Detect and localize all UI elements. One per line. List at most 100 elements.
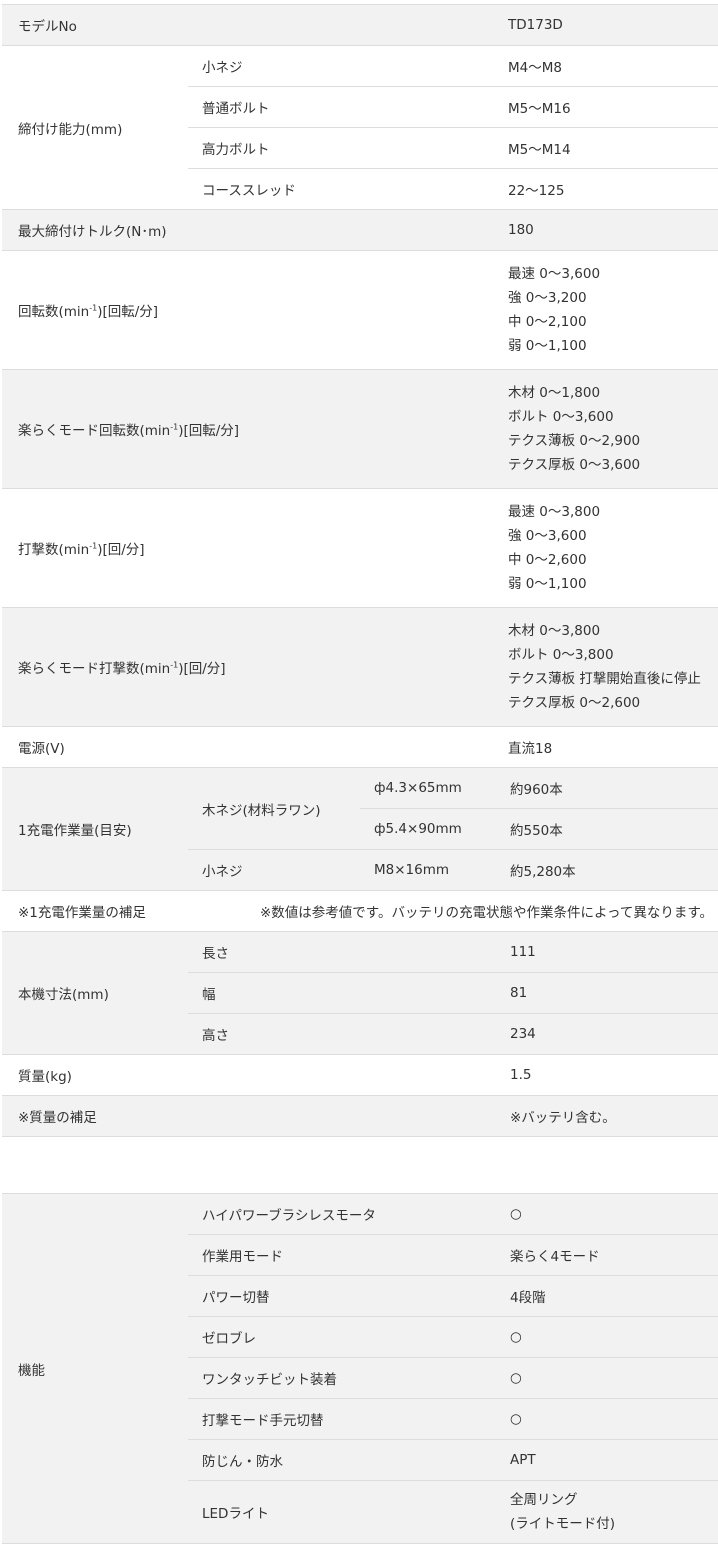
row-easy-rpm: 楽らくモード回転数(min-1)[回転/分] 木材 0～1,800 ボルト 0～… <box>2 369 718 489</box>
easy-rpm-label-post: )[回転/分] <box>178 423 240 439</box>
fastening-name: 高力ボルト <box>188 127 500 169</box>
feature-value: ○ <box>500 1193 718 1235</box>
feature-name: LEDライト <box>188 1480 500 1544</box>
fastening-name: 小ネジ <box>188 45 500 87</box>
rpm-value: 強 0～3,200 <box>508 289 587 306</box>
ipm-value: 中 0～2,600 <box>508 552 587 568</box>
easy-ipm-label-pre: 楽らくモード打撃数(min <box>18 661 171 677</box>
row-max-torque: 最大締付けトルク(N･m) 180 <box>2 209 718 251</box>
dims-value: 81 <box>500 972 718 1014</box>
mass-note-text: ※バッテリ含む。 <box>500 1095 718 1137</box>
feature-name: 作業用モード <box>188 1234 500 1276</box>
dims-name: 高さ <box>188 1013 500 1055</box>
row-model: モデルNo TD173D <box>2 4 718 46</box>
easy-ipm-value: ボルト 0～3,800 <box>508 646 614 663</box>
ipm-label-pre: 打撃数(min <box>18 542 90 558</box>
power-label: 電源(V) <box>2 726 500 768</box>
easy-ipm-label-post: )[回/分] <box>178 661 226 677</box>
feature-name: ゼロブレ <box>188 1316 500 1358</box>
feature-led-value: (ライトモード付) <box>510 1516 616 1532</box>
feature-value: ○ <box>500 1316 718 1358</box>
ipm-label-post: )[回/分] <box>97 542 145 558</box>
feature-name: ワンタッチビット装着 <box>188 1357 500 1399</box>
easy-ipm-value: テクス厚板 0～2,600 <box>508 695 641 712</box>
work-machine-value: 約5,280本 <box>500 849 718 891</box>
easy-ipm-label: 楽らくモード打撃数(min-1)[回/分] <box>2 607 500 727</box>
rpm-value: 弱 0～1,100 <box>508 338 587 355</box>
work-size: ф4.3×65mm <box>360 767 500 809</box>
easy-rpm-value: 木材 0～1,800 <box>508 384 601 401</box>
row-dims: 本機寸法(mm) 長さ 111 <box>2 931 718 1055</box>
feature-value: ○ <box>500 1357 718 1399</box>
ipm-values: 最速 0～3,800 強 0～3,600 中 0～2,600 弱 0～1,100 <box>500 488 718 608</box>
work-note-label: ※1充電作業量の補足 <box>18 905 146 921</box>
fastening-name: コーススレッド <box>188 168 500 210</box>
feature-name: 打撃モード手元切替 <box>188 1398 500 1440</box>
model-label: モデルNo <box>2 4 500 46</box>
features-label: 機能 <box>2 1193 188 1544</box>
feature-led-value: 全周リング <box>510 1491 578 1508</box>
fastening-label: 締付け能力(mm) <box>2 45 188 210</box>
easy-rpm-value: テクス厚板 0～3,600 <box>508 457 641 474</box>
easy-rpm-value: ボルト 0～3,600 <box>508 408 614 425</box>
feature-value: ○ <box>500 1398 718 1440</box>
power-value: 直流18 <box>500 726 718 768</box>
rpm-label: 回転数(min-1)[回転/分] <box>2 250 500 370</box>
mass-label: 質量(kg) <box>2 1054 500 1096</box>
row-feature: 機能 ハイパワーブラシレスモータ ○ <box>2 1193 718 1544</box>
model-value: TD173D <box>500 4 718 46</box>
max-torque-value: 180 <box>500 209 718 251</box>
feature-value: APT <box>500 1439 718 1481</box>
work-machine-label: 小ネジ <box>188 849 360 891</box>
work-value: 約550本 <box>500 808 718 850</box>
dims-name: 長さ <box>188 931 500 973</box>
easy-rpm-label: 楽らくモード回転数(min-1)[回転/分] <box>2 369 500 489</box>
fastening-value: M5～M16 <box>500 86 718 128</box>
feature-led-values: 全周リング (ライトモード付) <box>500 1480 718 1544</box>
rpm-values: 最速 0～3,600 強 0～3,200 中 0～2,100 弱 0～1,100 <box>500 250 718 370</box>
work-value: 約960本 <box>500 767 718 809</box>
work-note-text: ※数値は参考値です。バッテリの充電状態や作業条件によって異なります。 <box>260 905 714 921</box>
spec-table: モデルNo TD173D 締付け能力(mm) 小ネジ M4～M8 普通ボルト M… <box>2 4 718 1137</box>
row-power: 電源(V) 直流18 <box>2 726 718 768</box>
ipm-value: 強 0～3,600 <box>508 527 587 544</box>
easy-ipm-values: 木材 0～3,800 ボルト 0～3,800 テクス薄板 打撃開始直後に停止 テ… <box>500 607 718 727</box>
row-fastening: 締付け能力(mm) 小ネジ M4～M8 <box>2 45 718 210</box>
easy-ipm-value: テクス薄板 打撃開始直後に停止 <box>508 671 701 687</box>
work-size: ф5.4×90mm <box>360 808 500 850</box>
row-work-note: ※1充電作業量の補足 ※数値は参考値です。バッテリの充電状態や作業条件によって異な… <box>2 890 718 932</box>
rpm-value: 中 0～2,100 <box>508 314 587 330</box>
easy-rpm-values: 木材 0～1,800 ボルト 0～3,600 テクス薄板 0～2,900 テクス… <box>500 369 718 489</box>
row-ipm: 打撃数(min-1)[回/分] 最速 0～3,800 強 0～3,600 中 0… <box>2 488 718 608</box>
features-table: 機能 ハイパワーブラシレスモータ ○ 作業用モード 楽らく4モード パワー切替 … <box>2 1193 718 1544</box>
row-work: 1充電作業量(目安) 木ネジ(材料ラワン) ф4.3×65mm 約960本 <box>2 767 718 891</box>
work-wood-label: 木ネジ(材料ラワン) <box>188 767 360 850</box>
dims-label: 本機寸法(mm) <box>2 931 188 1055</box>
fastening-value: M4～M8 <box>500 45 718 87</box>
row-rpm: 回転数(min-1)[回転/分] 最速 0～3,600 強 0～3,200 中 … <box>2 250 718 370</box>
easy-rpm-label-pre: 楽らくモード回転数(min <box>18 423 171 439</box>
easy-rpm-value: テクス薄板 0～2,900 <box>508 433 641 449</box>
feature-value: 4段階 <box>500 1275 718 1317</box>
easy-ipm-value: 木材 0～3,800 <box>508 622 601 639</box>
fastening-value: 22～125 <box>500 168 718 210</box>
row-easy-ipm: 楽らくモード打撃数(min-1)[回/分] 木材 0～3,800 ボルト 0～3… <box>2 607 718 727</box>
feature-name: パワー切替 <box>188 1275 500 1317</box>
work-machine-size: M8×16mm <box>360 849 500 891</box>
work-note: ※1充電作業量の補足 ※数値は参考値です。バッテリの充電状態や作業条件によって異な… <box>2 890 718 932</box>
work-label: 1充電作業量(目安) <box>2 767 188 891</box>
dims-name: 幅 <box>188 972 500 1014</box>
max-torque-label: 最大締付けトルク(N･m) <box>2 209 500 251</box>
rpm-value: 最速 0～3,600 <box>508 265 601 282</box>
row-mass: 質量(kg) 1.5 <box>2 1054 718 1096</box>
ipm-value: 最速 0～3,800 <box>508 503 601 520</box>
row-mass-note: ※質量の補足 ※バッテリ含む。 <box>2 1095 718 1137</box>
feature-value: 楽らく4モード <box>500 1234 718 1276</box>
ipm-value: 弱 0～1,100 <box>508 576 587 593</box>
feature-name: ハイパワーブラシレスモータ <box>188 1193 500 1235</box>
rpm-label-pre: 回転数(min <box>18 304 90 320</box>
rpm-label-post: )[回転/分] <box>97 304 159 320</box>
fastening-name: 普通ボルト <box>188 86 500 128</box>
ipm-label: 打撃数(min-1)[回/分] <box>2 488 500 608</box>
dims-value: 234 <box>500 1013 718 1055</box>
